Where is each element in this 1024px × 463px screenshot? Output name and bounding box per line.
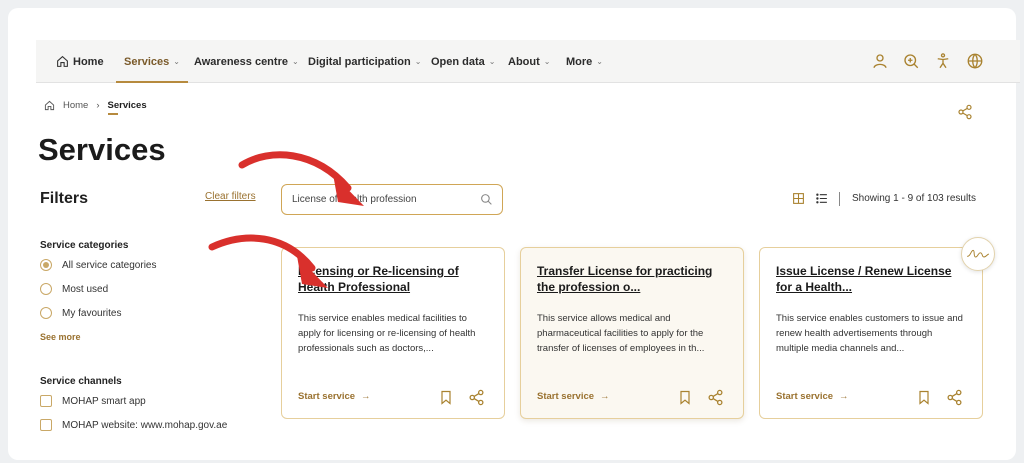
start-service-label: Start service [776, 391, 834, 402]
signature-logo-icon [967, 249, 989, 258]
service-card-description: This service enables medical facilities … [298, 313, 476, 354]
arrow-right-icon: → [361, 391, 371, 402]
service-card-title[interactable]: Licensing or Re-licensing of Health Prof… [298, 263, 488, 297]
share-icon[interactable] [468, 389, 485, 406]
page-title: Services [38, 132, 166, 167]
nav-services[interactable]: Services ⌄ [116, 40, 188, 83]
home-icon [57, 55, 68, 67]
radio-button-selected[interactable] [40, 259, 52, 271]
radio-label: All service categories [62, 259, 157, 271]
filters-title: Filters [40, 190, 89, 207]
service-card-description: This service allows medical and pharmace… [537, 313, 705, 354]
nav-digital-label: Digital participation [308, 55, 411, 68]
chevron-down-icon: ⌄ [291, 57, 299, 66]
nav-more[interactable]: More ⌄ [566, 40, 603, 83]
checkbox[interactable] [40, 395, 52, 407]
results-count: Showing 1 - 9 of 103 results [852, 193, 976, 204]
nav-services-label: Services [124, 55, 170, 68]
nav-about-label: About [508, 55, 540, 68]
bookmark-icon[interactable] [438, 389, 454, 406]
search-input[interactable] [292, 194, 472, 205]
start-service-label: Start service [537, 391, 595, 402]
search-icon[interactable] [480, 193, 493, 206]
radio-all-categories[interactable]: All service categories [40, 259, 156, 271]
bookmark-icon[interactable] [677, 389, 693, 406]
service-card-title[interactable]: Transfer License for practicing the prof… [537, 263, 727, 297]
chevron-down-icon: ⌄ [414, 57, 422, 66]
globe-icon[interactable] [966, 52, 984, 70]
list-view-icon[interactable] [815, 192, 829, 205]
view-toggle [792, 192, 829, 205]
service-card[interactable]: Issue License / Renew License for a Heal… [759, 247, 983, 419]
radio-label: Most used [62, 283, 109, 295]
bookmark-icon[interactable] [916, 389, 932, 406]
chevron-down-icon: ⌄ [543, 57, 551, 66]
start-service-button[interactable]: Start service → [298, 391, 371, 402]
grid-view-icon[interactable] [792, 192, 805, 205]
nav-open-data[interactable]: Open data ⌄ [431, 40, 496, 83]
nav-home-label: Home [73, 55, 104, 68]
nav-more-label: More [566, 55, 593, 68]
nav-about[interactable]: About ⌄ [508, 40, 550, 83]
radio-button[interactable] [40, 283, 52, 295]
nav-awareness-centre[interactable]: Awareness centre ⌄ [194, 40, 299, 83]
clear-filters-link[interactable]: Clear filters [205, 191, 256, 202]
zoom-icon[interactable] [902, 52, 920, 70]
user-icon[interactable] [871, 52, 889, 70]
nav-home[interactable]: Home [56, 40, 104, 83]
nav-awareness-label: Awareness centre [194, 55, 288, 68]
share-icon[interactable] [957, 104, 973, 120]
share-icon[interactable] [946, 389, 963, 406]
start-service-button[interactable]: Start service → [776, 391, 849, 402]
see-more-link[interactable]: See more [40, 332, 81, 342]
home-icon[interactable] [44, 100, 55, 111]
checkbox[interactable] [40, 419, 52, 431]
radio-label: My favourites [62, 307, 122, 319]
service-card[interactable]: Transfer License for practicing the prof… [520, 247, 744, 419]
accessibility-icon[interactable] [934, 52, 952, 70]
search-box [281, 184, 503, 215]
service-card-title[interactable]: Issue License / Renew License for a Heal… [776, 263, 966, 297]
divider [839, 192, 840, 206]
top-navigation: Home Services ⌄ Awareness centre ⌄ Digit… [36, 40, 1020, 83]
service-channels-title: Service channels [40, 376, 122, 387]
chevron-down-icon: ⌄ [596, 57, 603, 66]
checkbox-label: MOHAP smart app [62, 395, 146, 407]
arrow-right-icon: → [839, 391, 849, 402]
radio-my-favourites[interactable]: My favourites [40, 307, 121, 319]
arrow-right-icon: → [600, 391, 610, 402]
start-service-button[interactable]: Start service → [537, 391, 610, 402]
chevron-right-icon: › [96, 100, 100, 111]
checkbox-label: MOHAP website: www.mohap.gov.ae [62, 419, 228, 431]
service-card-description: This service enables customers to issue … [776, 313, 963, 354]
breadcrumb-current: Services [107, 100, 147, 115]
breadcrumb: Home › Services [44, 100, 147, 115]
start-service-label: Start service [298, 391, 356, 402]
share-icon[interactable] [707, 389, 724, 406]
assistant-badge[interactable] [961, 237, 995, 271]
nav-digital-participation[interactable]: Digital participation ⌄ [308, 40, 421, 83]
radio-most-used[interactable]: Most used [40, 283, 108, 295]
chevron-down-icon: ⌄ [173, 57, 180, 66]
service-categories-title: Service categories [40, 240, 129, 251]
nav-open-data-label: Open data [431, 55, 485, 68]
checkbox-smart-app[interactable]: MOHAP smart app [40, 395, 146, 407]
chevron-down-icon: ⌄ [488, 57, 496, 66]
service-card[interactable]: Licensing or Re-licensing of Health Prof… [281, 247, 505, 419]
breadcrumb-home[interactable]: Home [63, 100, 88, 111]
radio-button[interactable] [40, 307, 52, 319]
checkbox-website[interactable]: MOHAP website: www.mohap.gov.ae [40, 419, 227, 431]
